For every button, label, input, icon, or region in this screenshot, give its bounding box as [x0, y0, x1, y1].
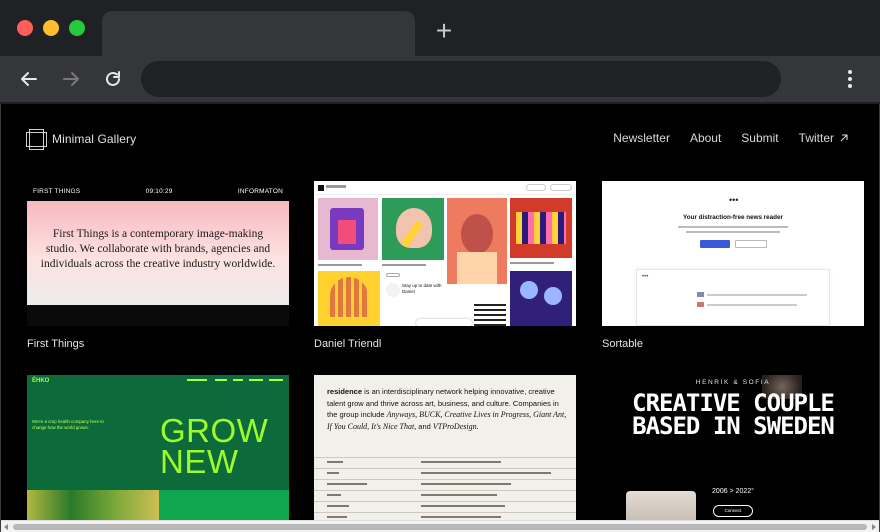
floating-filter-bar[interactable]: [416, 319, 472, 326]
minimize-window-button[interactable]: [43, 20, 59, 36]
first-things-hero-text: First Things is a contemporary image-mak…: [40, 228, 276, 270]
close-window-button[interactable]: [17, 20, 33, 36]
tab-strip: +: [0, 0, 880, 56]
illustration-tile: [510, 271, 572, 326]
henrik-sofia-years: 2006 > 2022°: [712, 488, 754, 495]
card-residence-preview[interactable]: residence is an interdisciplinary networ…: [314, 375, 576, 520]
illustration-tile: [318, 271, 380, 326]
illustration-tile: [510, 198, 572, 258]
site-name: Minimal Gallery: [52, 131, 137, 146]
sortable-primary-button[interactable]: [700, 240, 730, 248]
henrik-sofia-headline: CREATIVE COUPLE BASED IN SWEDEN: [632, 389, 835, 440]
card-sortable-preview[interactable]: ••• Your distraction-free news reader ••…: [602, 181, 864, 326]
nav-twitter[interactable]: Twitter: [799, 131, 849, 145]
card-label-sortable[interactable]: Sortable: [602, 338, 643, 350]
active-tab[interactable]: [102, 11, 415, 56]
scrollbar-thumb[interactable]: [13, 524, 867, 530]
first-things-clock: 09:10:29: [145, 187, 173, 195]
new-tab-button[interactable]: +: [432, 17, 456, 45]
forward-arrow-icon: [63, 72, 79, 86]
web-page: Minimal Gallery Newsletter About Submit …: [1, 104, 879, 520]
nav-about[interactable]: About: [690, 131, 721, 145]
ehko-logo: ÉHKO: [32, 378, 50, 384]
card-ehko-preview[interactable]: ÉHKO We're a crop health company here to…: [27, 375, 289, 520]
henrik-sofia-names: HENRIK & SOFIA: [695, 379, 771, 386]
first-things-info: INFORMATON: [237, 187, 283, 195]
back-arrow-icon: [21, 72, 37, 86]
farmland-photo: [27, 490, 159, 520]
browser-chrome: +: [0, 0, 880, 104]
card-daniel-triendl-preview[interactable]: Stay up to date with Daniel: [314, 181, 576, 326]
sculpture-thumbnail: [626, 491, 696, 520]
nav-newsletter[interactable]: Newsletter: [613, 131, 670, 145]
newsletter-promo[interactable]: Stay up to date with Daniel: [384, 271, 444, 307]
ehko-nav: ÉHKO: [27, 375, 289, 387]
window-frame-left: [0, 104, 1, 532]
scroll-right-arrow-icon[interactable]: [872, 524, 876, 530]
first-things-footer: [27, 305, 289, 326]
illustration-tile: [447, 198, 507, 284]
nav-twitter-label: Twitter: [798, 131, 834, 145]
sortable-app-mockup: •••: [636, 269, 830, 326]
ehko-headline: GROW NEW: [160, 412, 269, 480]
horizontal-scrollbar[interactable]: [1, 520, 879, 532]
browser-toolbar: [0, 56, 880, 102]
forward-button[interactable]: [56, 64, 86, 94]
card-label-daniel-triendl[interactable]: Daniel Triendl: [314, 338, 381, 350]
reload-icon: [106, 71, 120, 86]
sortable-secondary-button[interactable]: [735, 240, 767, 248]
illustration-tile: [474, 301, 506, 326]
gallery-logo-icon: [26, 129, 47, 150]
reload-button[interactable]: [98, 64, 128, 94]
card-label-first-things[interactable]: First Things: [27, 338, 84, 350]
daniel-triendl-header: [314, 181, 576, 195]
residence-last-company: VTProDesign.: [432, 421, 479, 431]
site-nav: Newsletter About Submit Twitter: [613, 131, 849, 145]
ehko-blurb: We're a crop health company here to chan…: [32, 419, 104, 430]
back-button[interactable]: [14, 64, 44, 94]
residence-text-2: and: [416, 421, 433, 431]
sortable-logo: •••: [729, 195, 739, 205]
ehko-headline-line-2: NEW: [160, 443, 239, 480]
green-panel: [159, 490, 289, 520]
residence-intro: residence is an interdisciplinary networ…: [327, 386, 567, 432]
maximize-window-button[interactable]: [69, 20, 85, 36]
first-things-header: FIRST THINGS 09:10:29 INFORMATON: [27, 181, 289, 201]
scroll-left-arrow-icon[interactable]: [4, 524, 8, 530]
ehko-headline-line-1: GROW: [160, 412, 269, 449]
address-bar[interactable]: [141, 61, 781, 97]
connect-button[interactable]: Connect: [713, 505, 753, 517]
arrow-up-right-icon: [840, 134, 848, 142]
first-things-brand: FIRST THINGS: [33, 187, 81, 195]
residence-brand: residence: [327, 387, 363, 396]
nav-submit[interactable]: Submit: [741, 131, 778, 145]
illustration-tile: [382, 198, 444, 260]
kebab-menu-icon[interactable]: [838, 64, 862, 94]
card-first-things-preview[interactable]: FIRST THINGS 09:10:29 INFORMATON First T…: [27, 181, 289, 326]
site-logo[interactable]: Minimal Gallery: [26, 129, 137, 150]
newsletter-promo-text: Stay up to date with Daniel: [402, 283, 442, 294]
sortable-headline: Your distraction-free news reader: [683, 214, 783, 221]
first-things-hero: First Things is a contemporary image-mak…: [27, 201, 289, 305]
illustration-tile: [318, 198, 378, 260]
daniel-logo-icon: [318, 185, 324, 191]
card-henrik-sofia-preview[interactable]: HENRIK & SOFIA CREATIVE COUPLE BASED IN …: [602, 375, 864, 520]
